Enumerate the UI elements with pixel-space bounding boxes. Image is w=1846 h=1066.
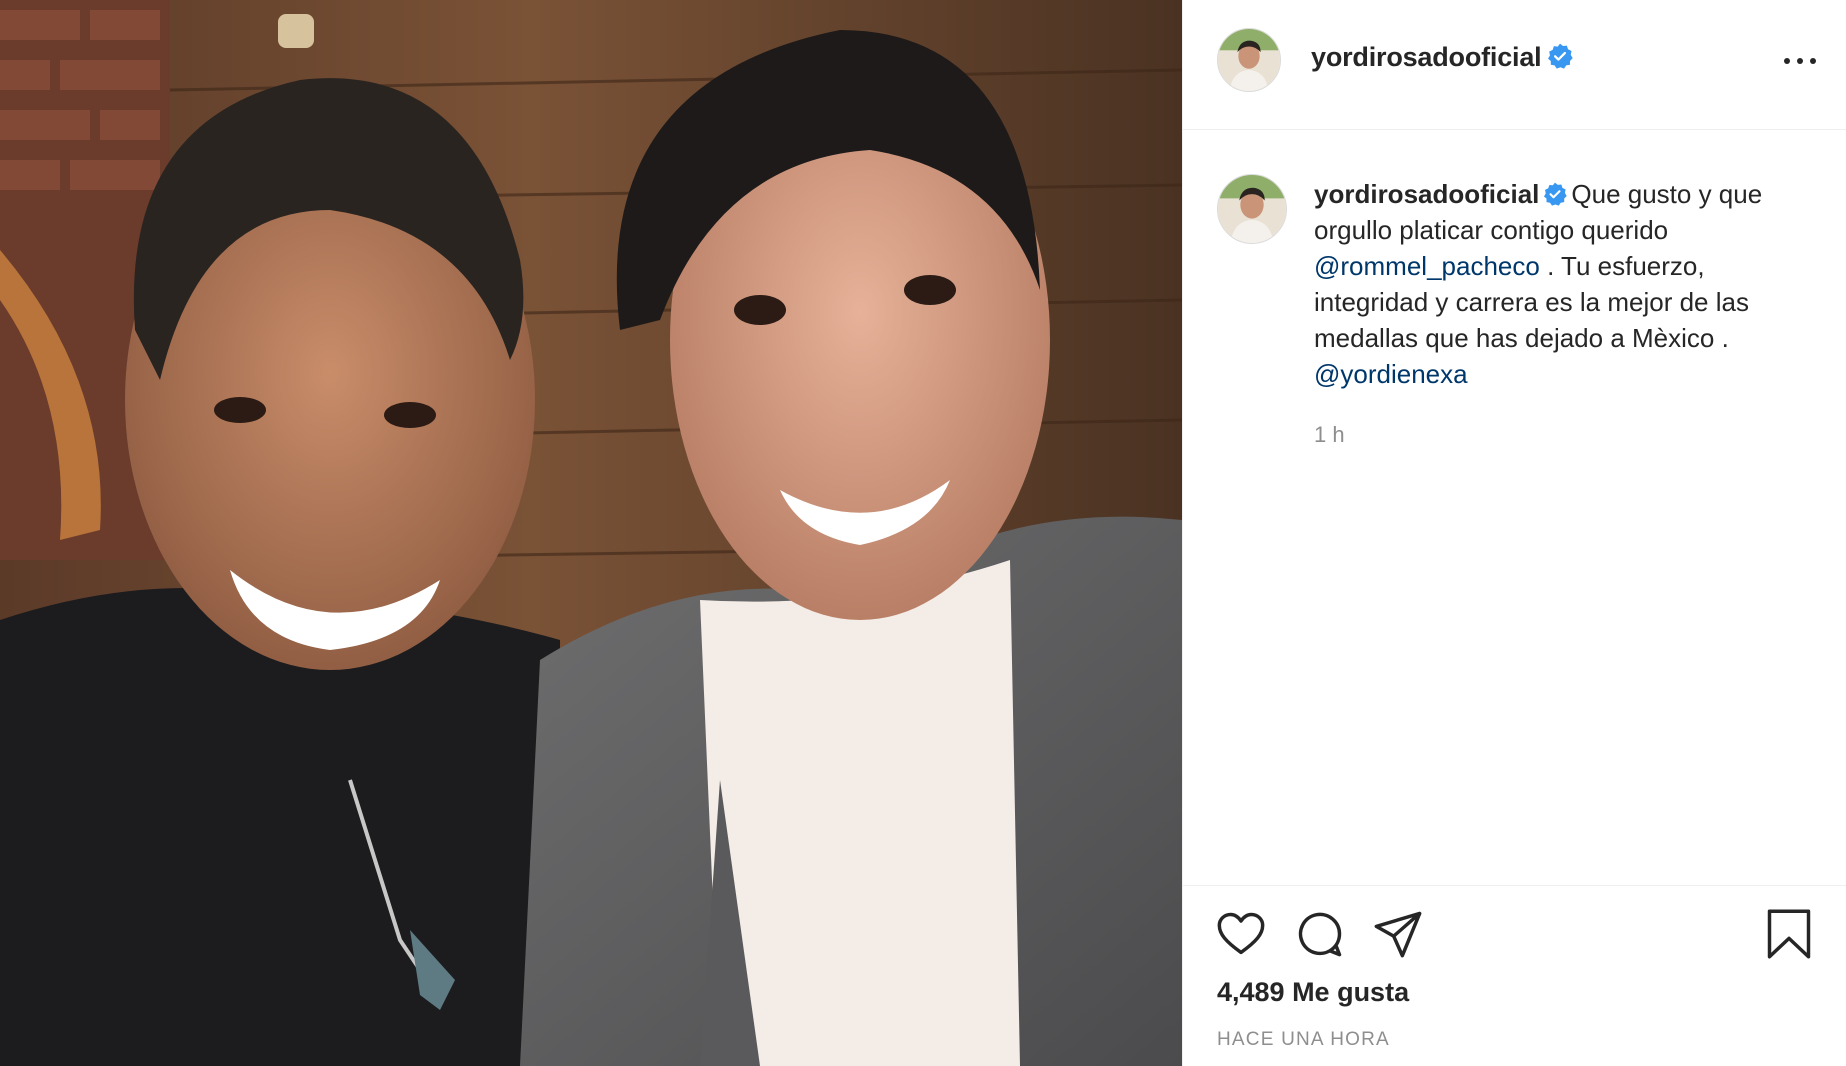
instagram-post: yordirosadooficial yordirosadooficial Qu… [0,0,1846,1066]
mention-link[interactable]: @yordienexa [1314,359,1468,389]
caption-avatar[interactable] [1217,174,1287,244]
avatar-image [1218,29,1280,91]
comments-section: yordirosadooficial Que gusto y que orgul… [1183,130,1846,885]
caption-time[interactable]: 1 h [1314,422,1345,448]
dot-icon [1810,58,1816,64]
avatar-image [1218,175,1286,243]
post-caption: yordirosadooficial Que gusto y que orgul… [1314,176,1819,392]
verified-badge-icon [1544,182,1568,206]
post-sidebar: yordirosadooficial yordirosadooficial Qu… [1182,0,1846,1066]
send-icon[interactable] [1372,908,1424,960]
bookmark-icon[interactable] [1763,908,1815,960]
username-header[interactable]: yordirosadooficial [1311,42,1574,73]
dot-icon [1784,58,1790,64]
dot-icon [1797,58,1803,64]
post-timestamp[interactable]: HACE UNA HORA [1217,1029,1390,1051]
heart-icon[interactable] [1215,908,1267,960]
username-text[interactable]: yordirosadooficial [1311,42,1542,72]
verified-badge-icon [1548,44,1574,69]
post-actions: 4,489 Me gusta HACE UNA HORA [1183,885,1846,1066]
avatar[interactable] [1217,28,1281,92]
post-header: yordirosadooficial [1183,0,1846,130]
post-photo[interactable] [0,0,1182,1066]
caption-username[interactable]: yordirosadooficial [1314,179,1539,209]
likes-count[interactable]: 4,489 Me gusta [1217,977,1409,1008]
comment-icon[interactable] [1294,908,1346,960]
more-options-icon[interactable] [1782,46,1818,74]
mention-link[interactable]: @rommel_pacheco [1314,251,1540,281]
selfie-photo [0,0,1182,1066]
